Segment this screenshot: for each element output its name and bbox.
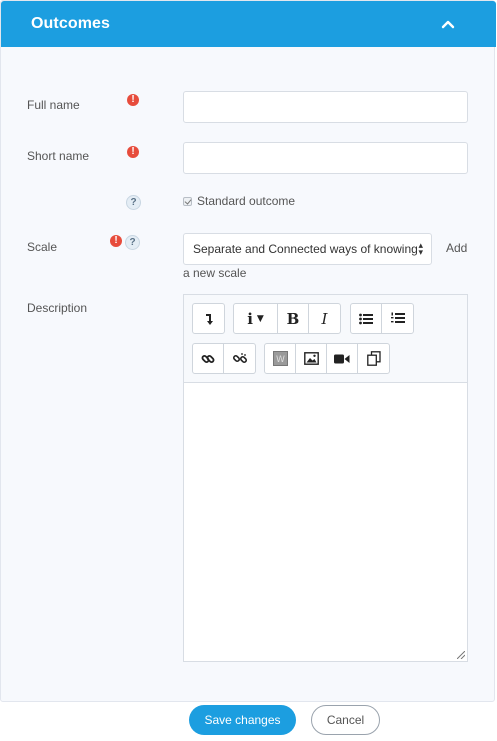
scale-selected-value: Separate and Connected ways of knowing <box>193 242 418 256</box>
unordered-list-icon <box>359 313 373 324</box>
toolbar-group-links <box>192 343 256 374</box>
required-icon: ! <box>127 146 139 158</box>
description-editor: i ▼ B I W <box>183 294 468 662</box>
add-scale-link-continued[interactable]: a new scale <box>183 266 246 280</box>
paragraph-styles-button[interactable]: i ▼ <box>234 304 278 333</box>
insert-image-button[interactable] <box>296 344 327 373</box>
bold-button[interactable]: B <box>278 304 309 333</box>
link-icon <box>201 354 215 363</box>
info-icon: i <box>247 309 253 328</box>
panel-title: Outcomes <box>31 15 111 32</box>
show-more-icon <box>205 313 213 325</box>
caret-down-icon: ▼ <box>256 313 264 324</box>
cancel-button[interactable]: Cancel <box>311 705 380 735</box>
help-icon[interactable]: ? <box>125 235 140 250</box>
svg-text:W: W <box>276 355 285 365</box>
full-name-input[interactable] <box>183 91 468 123</box>
toolbar-group-toggle <box>192 303 225 334</box>
help-icon[interactable]: ? <box>126 195 141 210</box>
toolbar-group-lists <box>350 303 414 334</box>
scale-label: Scale <box>27 240 58 254</box>
toolbar-group-media: W <box>264 343 390 374</box>
insert-media-button[interactable] <box>327 344 358 373</box>
resize-handle-icon[interactable] <box>457 651 465 659</box>
standard-outcome-label: Standard outcome <box>197 194 296 208</box>
ordered-list-icon <box>390 312 405 323</box>
panel-header: Outcomes <box>1 1 496 47</box>
standard-outcome-row: Standard outcome <box>183 194 295 208</box>
select-arrows-icon: ▴ ▾ <box>418 240 423 257</box>
description-label: Description <box>27 301 88 315</box>
unlink-icon <box>232 352 247 363</box>
short-name-input[interactable] <box>183 142 468 174</box>
show-more-buttons[interactable] <box>193 304 224 333</box>
required-icon: ! <box>127 94 139 106</box>
add-scale-link[interactable]: Add <box>446 241 467 255</box>
ordered-list-button[interactable] <box>382 304 413 333</box>
video-camera-icon <box>334 354 350 363</box>
unordered-list-button[interactable] <box>351 304 382 333</box>
bold-icon: B <box>286 309 300 328</box>
collapse-button[interactable] <box>435 13 461 35</box>
save-changes-button[interactable]: Save changes <box>189 705 296 735</box>
short-name-label: Short name <box>27 149 90 163</box>
italic-icon: I <box>321 309 328 328</box>
word-import-icon: W <box>272 351 288 366</box>
files-icon <box>366 351 381 366</box>
unlink-button[interactable] <box>224 344 255 373</box>
scale-select[interactable]: Separate and Connected ways of knowing ▴… <box>183 233 432 265</box>
standard-outcome-checkbox[interactable] <box>183 196 192 206</box>
word-import-button[interactable]: W <box>265 344 296 373</box>
editor-toolbar: i ▼ B I W <box>184 295 467 383</box>
link-button[interactable] <box>193 344 224 373</box>
chevron-up-icon <box>441 20 455 29</box>
required-icon: ! <box>110 235 122 247</box>
toolbar-group-style: i ▼ B I <box>233 303 341 334</box>
image-icon <box>303 352 319 365</box>
full-name-label: Full name <box>27 98 80 112</box>
italic-button[interactable]: I <box>309 304 340 333</box>
outcomes-panel: Outcomes Full name ! Short name ! ? Stan… <box>0 0 496 702</box>
description-editor-content[interactable] <box>184 383 467 661</box>
manage-files-button[interactable] <box>358 344 389 373</box>
